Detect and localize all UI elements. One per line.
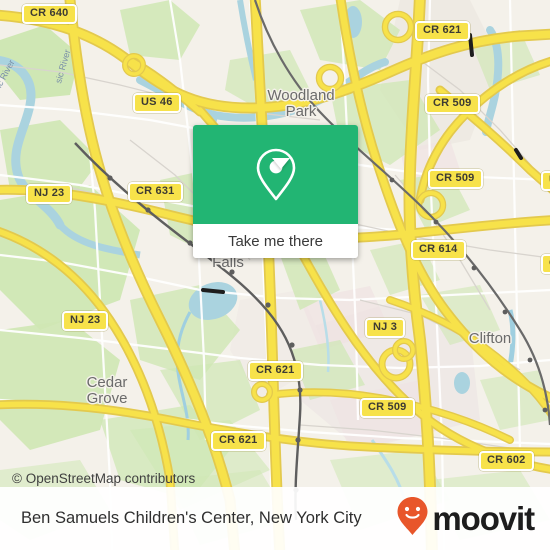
place-label-line: Park (285, 103, 317, 120)
moovit-wordmark: moovit (432, 500, 535, 537)
road-shield-cr621-north: CR 621 (415, 21, 470, 41)
place-label-clifton: Clifton (461, 331, 519, 347)
location-popup-card[interactable]: Take me there (193, 125, 358, 258)
road-shield-nj23-north: NJ 23 (26, 184, 73, 204)
road-shield-cr640: CR 640 (22, 4, 77, 24)
road-shield-nj23-south: NJ 23 (62, 311, 109, 331)
map-canvas[interactable]: ic River sic River Woodland Park Falls C… (0, 0, 550, 550)
map-screenshot: ic River sic River Woodland Park Falls C… (0, 0, 550, 550)
place-label-line: Clifton (468, 330, 512, 347)
road-shield-cr509-mid: CR 509 (428, 169, 483, 189)
moovit-brand[interactable]: moovit (396, 496, 550, 541)
road-shield-cr631: CR 631 (128, 182, 183, 202)
road-shield-cr509-north: CR 509 (425, 94, 480, 114)
map-vector-layer (0, 0, 550, 550)
road-shield-cr621-mid: CR 621 (248, 361, 303, 381)
road-shield-cr509-south: CR 509 (360, 398, 415, 418)
osm-attribution[interactable]: © OpenStreetMap contributors (0, 471, 550, 486)
popup-pointer (272, 158, 290, 169)
road-shield-cr602: CR 602 (479, 451, 534, 471)
take-me-there-button[interactable]: Take me there (193, 224, 358, 258)
place-label-line: Grove (86, 390, 128, 407)
road-shield-partial-c: C (541, 254, 550, 274)
road-shield-nj3: NJ 3 (365, 318, 406, 338)
road-shield-partial-u: U (541, 171, 550, 191)
place-label-line: Woodland (267, 87, 335, 104)
popup-marker-panel (193, 125, 358, 224)
place-label-line: Cedar (86, 374, 128, 391)
location-title: Ben Samuels Children's Center, New York … (21, 509, 362, 527)
road-shield-cr614: CR 614 (411, 240, 466, 260)
place-label-woodland-park: Woodland Park (255, 88, 347, 120)
map-pin-icon (254, 147, 298, 203)
footer-bar: Ben Samuels Children's Center, New York … (0, 487, 550, 550)
take-me-there-label: Take me there (227, 232, 324, 250)
road-shield-us46: US 46 (133, 93, 181, 113)
place-label-cedar-grove: Cedar Grove (72, 375, 142, 407)
moovit-smiley-pin-icon (396, 496, 429, 541)
road-shield-cr621-south: CR 621 (211, 431, 266, 451)
